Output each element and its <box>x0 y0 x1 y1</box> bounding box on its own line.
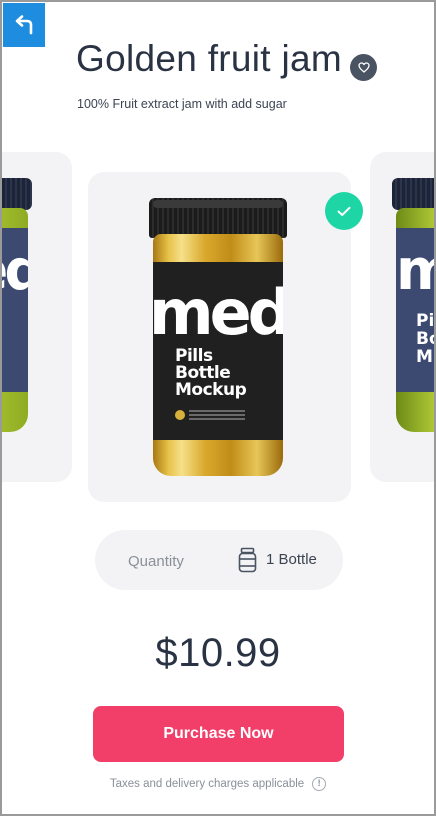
product-screen: Golden fruit jam 100% Fruit extract jam … <box>0 0 436 816</box>
check-icon <box>337 206 351 216</box>
product-card-selected[interactable]: med Pills Bottle Mockup <box>88 172 351 502</box>
heart-icon <box>357 62 370 73</box>
product-card-previous[interactable]: med <box>2 152 72 482</box>
product-label-line: Mockup <box>175 380 247 400</box>
product-label-line: Bo <box>416 329 434 349</box>
brand-logo <box>175 410 185 420</box>
tax-note: Taxes and delivery charges applicable ! <box>2 777 434 791</box>
product-price: $10.99 <box>155 631 281 675</box>
product-image: med Pills Bottle Mockup <box>149 198 287 476</box>
quantity-label: Quantity <box>128 553 184 570</box>
product-subtitle: 100% Fruit extract jam with add sugar <box>77 97 287 111</box>
product-label-text: med <box>2 238 28 303</box>
product-image: med Pi Bo M <box>392 178 435 438</box>
selected-check-badge <box>325 192 363 230</box>
product-image: med <box>2 178 32 438</box>
product-label-line: M <box>416 347 433 367</box>
purchase-button[interactable]: Purchase Now <box>93 706 344 762</box>
info-icon[interactable]: ! <box>312 777 327 791</box>
bottle-icon <box>238 547 257 573</box>
page-title: Golden fruit jam <box>76 38 342 79</box>
back-button[interactable] <box>3 3 45 47</box>
quantity-value: 1 Bottle <box>266 551 317 568</box>
product-label-line: Pi <box>416 311 435 331</box>
favorite-button[interactable] <box>350 54 377 81</box>
back-arrow-icon <box>15 15 33 35</box>
quantity-selector[interactable]: Quantity 1 Bottle <box>95 530 343 590</box>
tax-note-text: Taxes and delivery charges applicable <box>109 778 305 790</box>
product-card-next[interactable]: med Pi Bo M <box>370 152 435 482</box>
product-label-text: med <box>396 238 434 303</box>
product-label-text: med <box>153 276 283 349</box>
